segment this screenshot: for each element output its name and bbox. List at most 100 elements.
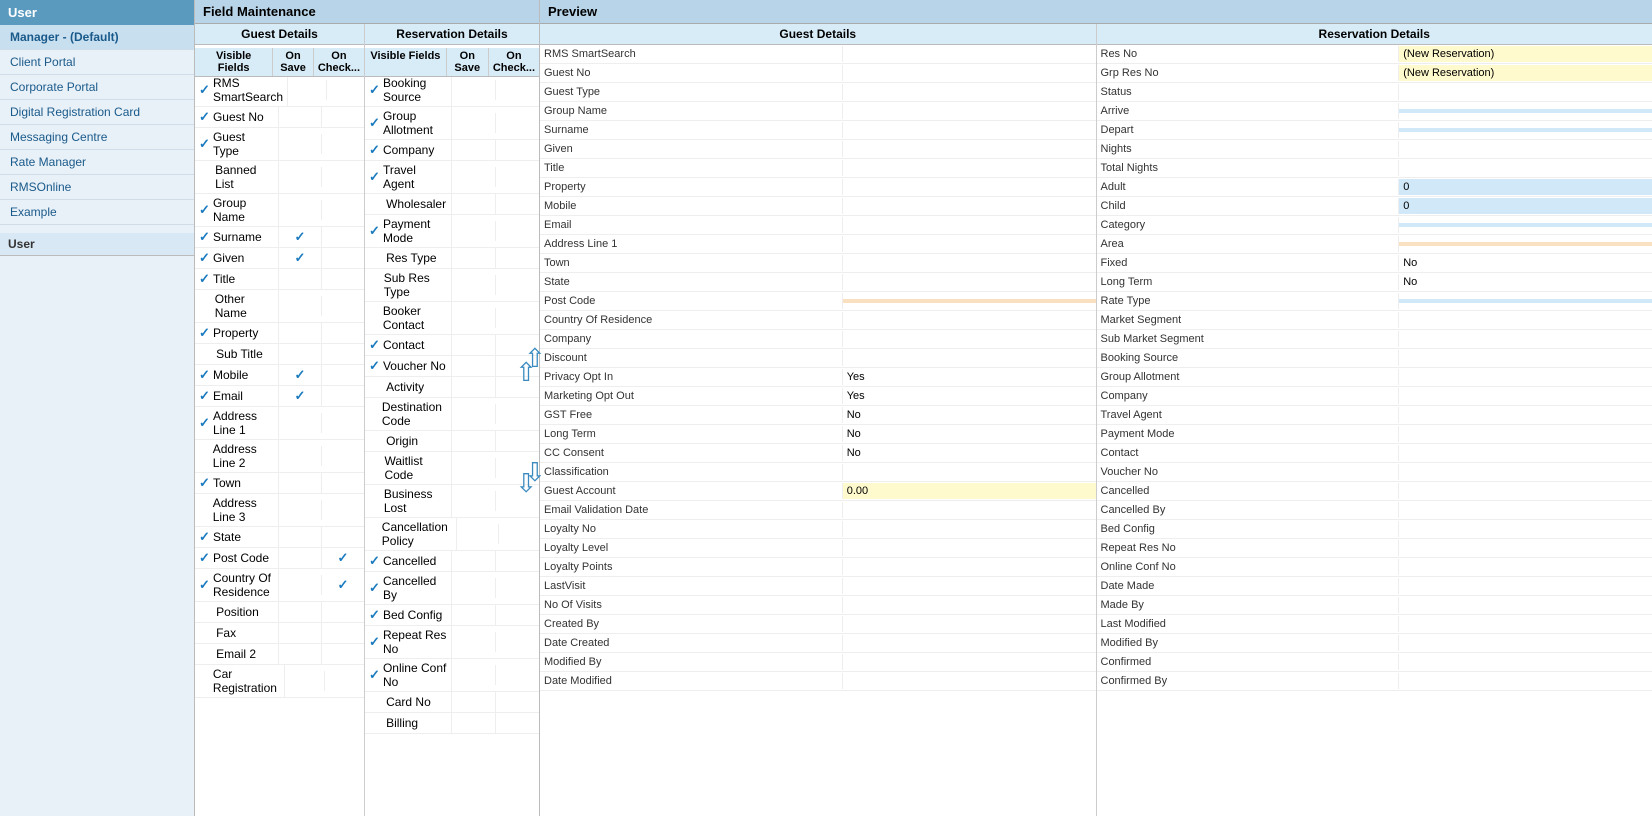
gd-on-check[interactable] — [322, 296, 364, 316]
gd-on-check[interactable] — [322, 323, 364, 343]
rd-on-save[interactable] — [452, 713, 496, 733]
table-row[interactable]: Res Type — [365, 248, 539, 269]
table-row[interactable]: ✓ Town — [195, 473, 364, 494]
table-row[interactable]: ✓ Repeat Res No — [365, 626, 539, 659]
table-row[interactable]: ✓ Property — [195, 323, 364, 344]
gd-on-save[interactable] — [279, 167, 322, 187]
table-row[interactable]: ✓ Cancelled — [365, 551, 539, 572]
rd-on-check[interactable] — [496, 194, 539, 214]
gd-arrow-up[interactable]: ⇧ — [524, 343, 546, 374]
table-row[interactable]: ✓ Bed Config — [365, 605, 539, 626]
rd-on-check[interactable] — [496, 221, 539, 241]
gd-on-check[interactable] — [322, 386, 364, 406]
rd-on-save[interactable] — [452, 113, 496, 133]
gd-on-save[interactable] — [279, 296, 322, 316]
rd-on-save[interactable] — [452, 377, 496, 397]
table-row[interactable]: Address Line 2 — [195, 440, 364, 473]
rd-on-check[interactable] — [496, 404, 539, 424]
gd-on-save[interactable] — [279, 602, 322, 622]
gd-on-check[interactable] — [322, 365, 364, 385]
table-row[interactable]: Booker Contact — [365, 302, 539, 335]
table-row[interactable]: ✓ Group Name — [195, 194, 364, 227]
gd-on-check[interactable] — [322, 527, 364, 547]
table-row[interactable]: ✓ Title — [195, 269, 364, 290]
table-row[interactable]: ✓ Email ✓ — [195, 386, 364, 407]
table-row[interactable]: Banned List — [195, 161, 364, 194]
table-row[interactable]: ✓ Cancelled By — [365, 572, 539, 605]
gd-arrow-down[interactable]: ⇩ — [524, 457, 546, 488]
rd-on-check[interactable] — [496, 431, 539, 451]
gd-on-save[interactable] — [279, 323, 322, 343]
table-row[interactable]: ✓ Given ✓ — [195, 248, 364, 269]
gd-on-check[interactable] — [322, 227, 364, 247]
rd-on-save[interactable] — [452, 221, 496, 241]
gd-on-check[interactable] — [322, 200, 364, 220]
rd-on-check[interactable] — [496, 578, 539, 598]
gd-on-save[interactable] — [279, 269, 322, 289]
gd-on-save[interactable] — [279, 575, 322, 595]
rd-on-check[interactable] — [496, 632, 539, 652]
sidebar-item-rmsonline[interactable]: RMSOnline — [0, 175, 194, 200]
rd-on-check[interactable] — [496, 308, 539, 328]
table-row[interactable]: Other Name — [195, 290, 364, 323]
gd-on-check[interactable] — [322, 500, 364, 520]
gd-on-check[interactable] — [325, 671, 364, 691]
table-row[interactable]: Waitlist Code — [365, 452, 539, 485]
table-row[interactable]: ✓ Booking Source — [365, 74, 539, 107]
sidebar-item-example[interactable]: Example — [0, 200, 194, 225]
rd-on-save[interactable] — [452, 578, 496, 598]
table-row[interactable]: Fax — [195, 623, 364, 644]
rd-on-save[interactable] — [457, 524, 498, 544]
table-row[interactable]: ✓ Online Conf No — [365, 659, 539, 692]
gd-on-check[interactable] — [322, 473, 364, 493]
gd-on-check[interactable] — [322, 134, 364, 154]
rd-on-check[interactable] — [496, 665, 539, 685]
rd-on-check[interactable] — [496, 692, 539, 712]
table-row[interactable]: ✓ Payment Mode — [365, 215, 539, 248]
gd-on-save[interactable] — [279, 548, 322, 568]
table-row[interactable]: Sub Title — [195, 344, 364, 365]
gd-on-save[interactable]: ✓ — [279, 248, 322, 268]
gd-on-save[interactable] — [279, 623, 322, 643]
rd-on-check[interactable] — [499, 524, 539, 544]
sidebar-item-digital-registration-card[interactable]: Digital Registration Card — [0, 100, 194, 125]
gd-on-save[interactable]: ✓ — [279, 365, 322, 385]
gd-on-save[interactable]: ✓ — [279, 227, 322, 247]
table-row[interactable]: Business Lost — [365, 485, 539, 518]
rd-on-save[interactable] — [452, 80, 496, 100]
gd-on-check[interactable] — [322, 248, 364, 268]
rd-on-save[interactable] — [452, 167, 496, 187]
gd-on-check[interactable] — [322, 623, 364, 643]
gd-on-check[interactable] — [322, 269, 364, 289]
rd-on-save[interactable] — [452, 431, 496, 451]
table-row[interactable]: ✓ Post Code ✓ — [195, 548, 364, 569]
rd-on-save[interactable] — [452, 275, 496, 295]
table-row[interactable]: Position — [195, 602, 364, 623]
gd-on-save[interactable] — [279, 200, 322, 220]
table-row[interactable]: Card No — [365, 692, 539, 713]
gd-on-save[interactable] — [279, 644, 322, 664]
gd-on-save[interactable] — [279, 107, 322, 127]
rd-on-save[interactable] — [452, 692, 496, 712]
rd-on-check[interactable] — [496, 167, 539, 187]
table-row[interactable]: ✓ Group Allotment — [365, 107, 539, 140]
table-row[interactable]: ✓ Company — [365, 140, 539, 161]
table-row[interactable]: ✓ RMS SmartSearch — [195, 74, 364, 107]
table-row[interactable]: Car Registration — [195, 665, 364, 698]
sidebar-item-corporate-portal[interactable]: Corporate Portal — [0, 75, 194, 100]
rd-on-check[interactable] — [496, 275, 539, 295]
gd-on-save[interactable]: ✓ — [279, 386, 322, 406]
gd-on-check[interactable] — [322, 167, 364, 187]
rd-on-save[interactable] — [452, 140, 496, 160]
rd-on-check[interactable] — [496, 713, 539, 733]
rd-on-check[interactable] — [496, 80, 539, 100]
gd-on-check[interactable] — [322, 644, 364, 664]
table-row[interactable]: Address Line 3 — [195, 494, 364, 527]
table-row[interactable]: ✓ Guest No — [195, 107, 364, 128]
rd-on-save[interactable] — [452, 458, 496, 478]
table-row[interactable]: ✓ Mobile ✓ — [195, 365, 364, 386]
table-row[interactable]: ✓ Voucher No — [365, 356, 539, 377]
table-row[interactable]: ✓ State — [195, 527, 364, 548]
gd-on-save[interactable] — [279, 500, 322, 520]
rd-on-save[interactable] — [452, 248, 496, 268]
